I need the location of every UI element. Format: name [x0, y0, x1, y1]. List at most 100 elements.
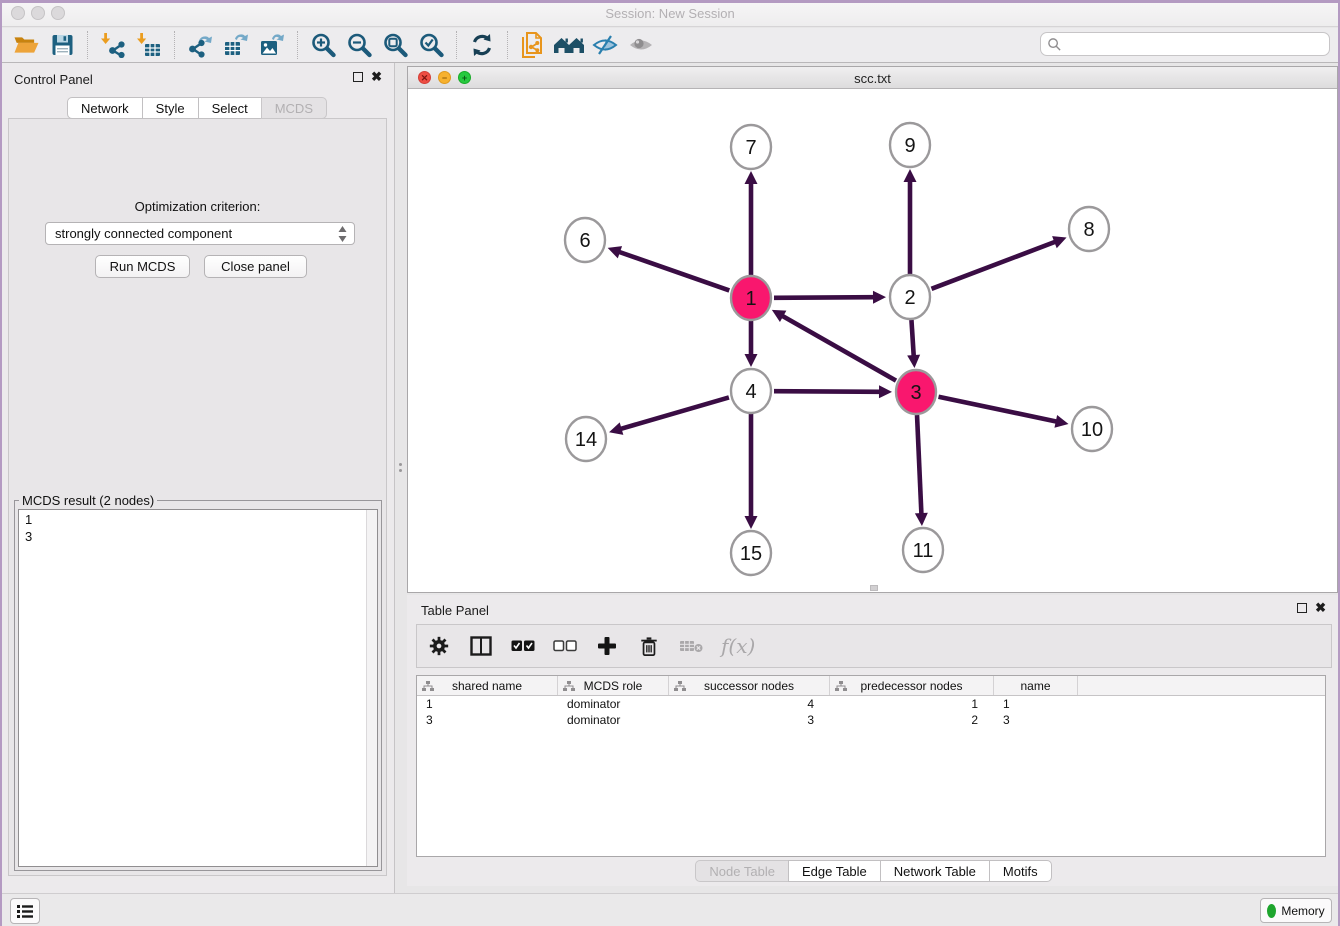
- table-cell[interactable]: 2: [830, 712, 994, 728]
- zoom-selected-button[interactable]: [413, 30, 449, 60]
- deselect-all-button[interactable]: [553, 632, 577, 660]
- tab-style[interactable]: Style: [142, 97, 199, 119]
- edge-2-8[interactable]: [932, 242, 1056, 289]
- node-7[interactable]: 7: [731, 125, 771, 169]
- network-window-titlebar: ✕ − + scc.txt: [408, 67, 1337, 89]
- table-settings-button[interactable]: [427, 632, 451, 660]
- first-neighbors-button[interactable]: [551, 30, 587, 60]
- network-canvas[interactable]: 7 9 6 8 1 2 4 3 14 10 15 11: [408, 89, 1337, 593]
- export-network-icon: [186, 32, 214, 58]
- function-builder-button: f(x): [721, 632, 755, 660]
- close-panel-button[interactable]: Close panel: [204, 255, 307, 278]
- column-header-name[interactable]: name: [994, 676, 1078, 695]
- checked-boxes-icon: [511, 640, 535, 652]
- show-all-button[interactable]: [623, 30, 659, 60]
- export-table-button[interactable]: [218, 30, 254, 60]
- import-table-button[interactable]: [131, 30, 167, 60]
- column-header-predecessor-nodes[interactable]: predecessor nodes: [830, 676, 994, 695]
- column-header-MCDS-role[interactable]: MCDS role: [558, 676, 669, 695]
- task-history-button[interactable]: [10, 898, 40, 924]
- tab-node-table[interactable]: Node Table: [695, 860, 789, 882]
- search-input[interactable]: [1062, 37, 1329, 52]
- tab-mcds[interactable]: MCDS: [261, 97, 327, 119]
- export-network-button[interactable]: [182, 30, 218, 60]
- zoom-out-button[interactable]: [341, 30, 377, 60]
- delete-table-icon: [679, 639, 703, 653]
- edge-3-11[interactable]: [917, 415, 921, 514]
- search-field[interactable]: [1040, 32, 1330, 56]
- node-3[interactable]: 3: [896, 370, 936, 414]
- float-panel-icon[interactable]: [353, 72, 363, 82]
- run-mcds-button[interactable]: Run MCDS: [95, 255, 190, 278]
- close-table-panel-icon[interactable]: ✖: [1315, 603, 1326, 613]
- node-15[interactable]: 15: [731, 531, 771, 575]
- table-toolbar: f(x): [416, 624, 1332, 668]
- network-resize-grip[interactable]: [870, 585, 878, 591]
- edge-2-3[interactable]: [911, 320, 913, 356]
- add-column-button[interactable]: [595, 632, 619, 660]
- select-all-button[interactable]: [511, 632, 535, 660]
- table-cell[interactable]: 1: [830, 696, 994, 712]
- node-4[interactable]: 4: [731, 369, 771, 413]
- result-scrollbar[interactable]: [366, 510, 377, 866]
- tab-select[interactable]: Select: [198, 97, 262, 119]
- delete-column-button[interactable]: [637, 632, 661, 660]
- edge-1-6[interactable]: [619, 252, 729, 291]
- node-6[interactable]: 6: [565, 218, 605, 262]
- table-cell[interactable]: 1: [417, 696, 558, 712]
- status-bar: Memory: [0, 893, 1340, 926]
- table-cell[interactable]: 4: [669, 696, 830, 712]
- network-from-selection-button[interactable]: [515, 30, 551, 60]
- edge-3-1[interactable]: [782, 316, 896, 381]
- node-table: shared nameMCDS rolesuccessor nodesprede…: [416, 675, 1326, 857]
- svg-text:7: 7: [745, 137, 756, 159]
- zoom-fit-button[interactable]: [377, 30, 413, 60]
- close-panel-icon[interactable]: ✖: [371, 72, 382, 82]
- tab-motifs[interactable]: Motifs: [989, 860, 1052, 882]
- node-1[interactable]: 1: [731, 276, 771, 320]
- edge-3-10[interactable]: [939, 397, 1057, 422]
- column-header-shared-name[interactable]: shared name: [417, 676, 558, 695]
- panel-splitter[interactable]: [399, 460, 403, 476]
- criterion-dropdown[interactable]: strongly connected component: [45, 222, 355, 245]
- table-cell[interactable]: 1: [994, 696, 1078, 712]
- zoom-in-button[interactable]: [305, 30, 341, 60]
- edge-1-2[interactable]: [774, 297, 874, 298]
- node-9[interactable]: 9: [890, 123, 930, 167]
- svg-text:3: 3: [910, 382, 921, 404]
- edge-4-3[interactable]: [774, 391, 880, 392]
- table-tabs: Node TableEdge TableNetwork TableMotifs: [407, 860, 1340, 882]
- hierarchy-icon: [835, 681, 847, 692]
- edge-4-14[interactable]: [621, 397, 729, 429]
- node-14[interactable]: 14: [566, 417, 606, 461]
- toolbar-separator: [507, 31, 508, 59]
- export-image-button[interactable]: [254, 30, 290, 60]
- tab-network-table[interactable]: Network Table: [880, 860, 990, 882]
- open-session-button[interactable]: [8, 30, 44, 60]
- tab-edge-table[interactable]: Edge Table: [788, 860, 881, 882]
- arrowhead-1-7: [745, 171, 758, 184]
- node-11[interactable]: 11: [903, 528, 943, 572]
- hide-selected-button[interactable]: [587, 30, 623, 60]
- network-title: scc.txt: [408, 71, 1337, 86]
- split-view-button[interactable]: [469, 632, 493, 660]
- column-header-successor-nodes[interactable]: successor nodes: [669, 676, 830, 695]
- table-cell[interactable]: 3: [669, 712, 830, 728]
- table-row[interactable]: 1dominator411: [417, 696, 1325, 712]
- table-cell[interactable]: dominator: [558, 712, 669, 728]
- node-8[interactable]: 8: [1069, 207, 1109, 251]
- node-10[interactable]: 10: [1072, 407, 1112, 451]
- import-network-button[interactable]: [95, 30, 131, 60]
- tab-network[interactable]: Network: [67, 97, 143, 119]
- main-toolbar: [0, 28, 1340, 63]
- float-table-panel-icon[interactable]: [1297, 603, 1307, 613]
- table-cell[interactable]: 3: [417, 712, 558, 728]
- zoom-in-icon: [310, 32, 337, 58]
- memory-button[interactable]: Memory: [1260, 898, 1332, 923]
- table-cell[interactable]: 3: [994, 712, 1078, 728]
- table-cell[interactable]: dominator: [558, 696, 669, 712]
- node-2[interactable]: 2: [890, 275, 930, 319]
- save-session-button[interactable]: [44, 30, 80, 60]
- table-row[interactable]: 3dominator323: [417, 712, 1325, 728]
- apply-layout-button[interactable]: [464, 30, 500, 60]
